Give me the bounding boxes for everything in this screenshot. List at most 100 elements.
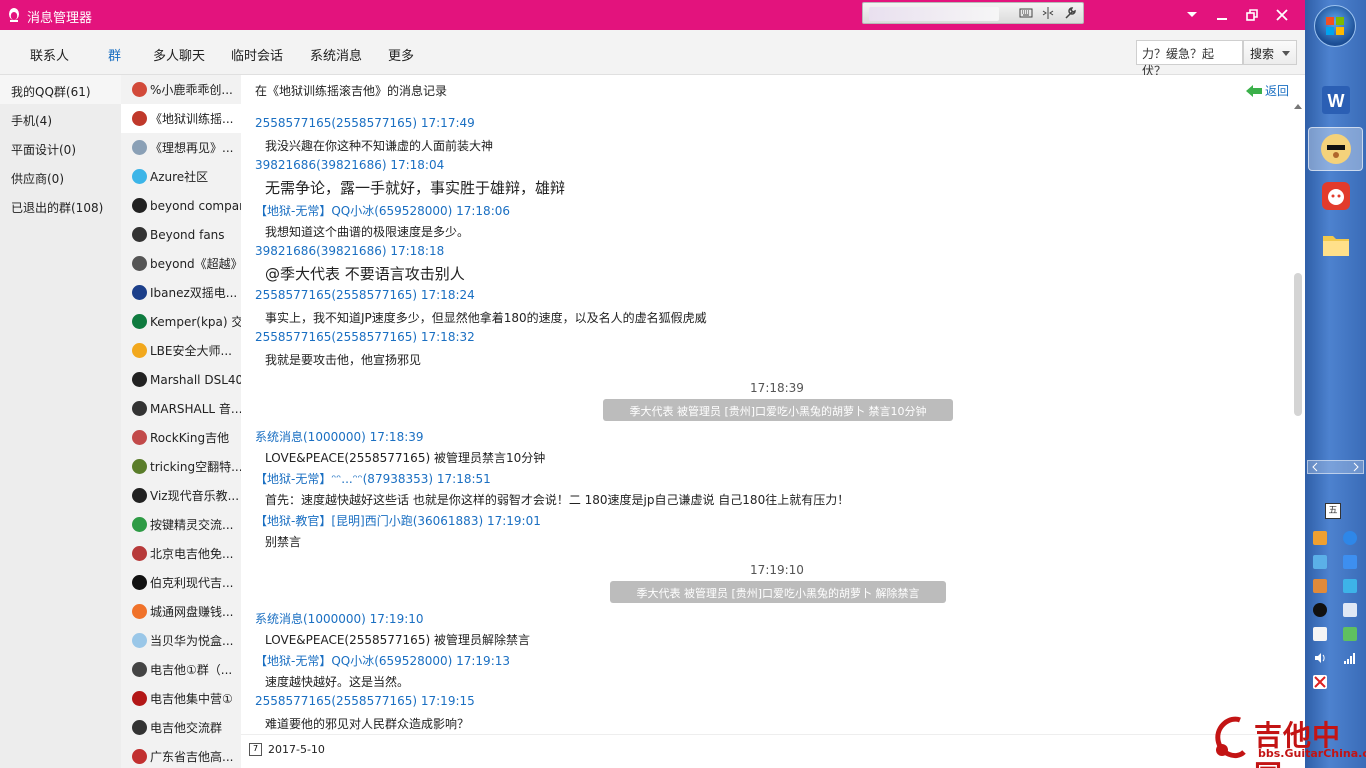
group-item[interactable]: %小鹿乖乖创... [121,75,241,104]
start-button[interactable] [1314,5,1356,47]
calendar-icon[interactable]: 7 [249,743,262,756]
floating-toolbar[interactable] [862,2,1084,24]
category-item[interactable]: 供应商(0) [0,162,121,191]
search-button-label: 搜索 [1250,47,1275,61]
group-label: %小鹿乖乖创... [150,83,233,97]
message-text: 别禁言 [265,535,302,549]
tray-device-icon[interactable] [1343,627,1357,641]
taskbar-pager[interactable] [1307,460,1364,474]
signal-icon[interactable] [1343,651,1357,665]
group-avatar-icon [132,691,147,706]
tray-document-icon[interactable] [1343,603,1357,617]
category-item[interactable]: 已退出的群(108) [0,191,121,220]
group-item[interactable]: 《地狱训练摇... [121,104,241,133]
message-sender[interactable]: 【地狱-无常】QQ小冰(659528000) 17:18:06 [255,202,510,219]
group-item[interactable]: Azure社区 [121,162,241,191]
group-avatar-icon [132,401,147,416]
group-label: 按键精灵交流... [150,518,234,532]
windows-taskbar: W 五 [1305,0,1366,768]
group-item[interactable]: beyond《超越》 [121,249,241,278]
ghost-text-bar [869,7,999,21]
wrench-icon[interactable] [1063,6,1077,20]
restore-button[interactable] [1237,5,1267,25]
group-item[interactable]: 当贝华为悦盒... [121,626,241,655]
scroll-thumb[interactable] [1294,273,1302,416]
message-sender[interactable]: 系统消息(1000000) 17:18:39 [255,428,424,445]
message-sender[interactable]: 2558577165(2558577165) 17:19:15 [255,694,475,708]
message-sender[interactable]: 2558577165(2558577165) 17:17:49 [255,116,475,130]
group-item[interactable]: beyond compare [121,191,241,220]
tab-contacts[interactable]: 联系人 [30,45,69,64]
group-item[interactable]: MARSHALL 音... [121,394,241,423]
tab-multi-chat[interactable]: 多人聊天 [153,45,205,64]
tab-more[interactable]: 更多 [388,45,414,64]
group-item[interactable]: 电吉他集中营① [121,684,241,713]
group-item[interactable]: 电吉他①群（... [121,655,241,684]
clock-widget-icon[interactable]: 五 [1325,503,1341,519]
group-item[interactable]: 广东省吉他高... [121,742,241,768]
back-button[interactable]: 返回 [1245,82,1289,99]
chevron-left-icon[interactable] [1310,461,1320,473]
taskbar-app-red[interactable] [1308,174,1363,218]
category-item[interactable]: 手机(4) [0,104,121,133]
chevron-down-icon[interactable] [1282,51,1290,56]
tab-groups[interactable]: 群 [108,45,121,64]
message-sender[interactable]: 2558577165(2558577165) 17:18:32 [255,330,475,344]
watermark-url: bbs.GuitarChina.com [1258,747,1366,760]
message-sender[interactable]: 【地狱-教官】[昆明]西门小跑(36061883) 17:19:01 [255,512,541,529]
group-item[interactable]: 电吉他交流群 [121,713,241,742]
tray-bluetooth-icon[interactable] [1343,579,1357,593]
chevron-right-icon[interactable] [1351,461,1361,473]
group-label: Ibanez双摇电... [150,286,238,300]
group-item[interactable]: Ibanez双摇电... [121,278,241,307]
close-button[interactable] [1267,5,1297,25]
message-text: 无需争论，露一手就好，事实胜于雄辩，雄辩 [265,179,566,197]
message-sender[interactable]: 2558577165(2558577165) 17:18:24 [255,288,475,302]
group-item[interactable]: RockKing吉他 [121,423,241,452]
tab-system-messages[interactable]: 系统消息 [310,45,362,64]
group-item[interactable]: 城通网盘赚钱... [121,597,241,626]
message-sender[interactable]: 39821686(39821686) 17:18:04 [255,158,444,172]
tab-temp-session[interactable]: 临时会话 [231,45,283,64]
group-item[interactable]: Marshall DSL40C [121,365,241,394]
tray-animal-icon[interactable] [1313,579,1327,593]
keyboard-icon[interactable] [1019,6,1033,20]
tray-network-icon[interactable] [1313,555,1327,569]
scroll-up-icon[interactable] [1294,104,1302,109]
search-button[interactable]: 搜索 [1243,40,1297,65]
tray-warning-icon[interactable] [1313,675,1327,689]
message-text: 难道要他的邪见对人民群众造成影响？ [265,717,470,731]
message-sender[interactable]: 【地狱-无常】QQ小冰(659528000) 17:19:13 [255,652,510,669]
search-input[interactable]: 力？缓急？起伏？ [1136,40,1243,78]
minimize-button[interactable] [1207,5,1237,25]
group-item[interactable]: 北京电吉他免... [121,539,241,568]
message-scrollbar[interactable] [1291,98,1305,734]
group-item[interactable]: 伯克利现代吉... [121,568,241,597]
group-item[interactable]: 按键精灵交流... [121,510,241,539]
category-item[interactable]: 我的QQ群(61) [0,75,121,104]
taskbar-explorer[interactable] [1308,222,1363,266]
split-icon[interactable] [1041,6,1055,20]
group-item[interactable]: tricking空翻特... [121,452,241,481]
tray-qq-icon[interactable] [1313,603,1327,617]
group-item[interactable]: Beyond fans [121,220,241,249]
tray-clipboard-icon[interactable] [1313,627,1327,641]
group-item[interactable]: 《理想再见》... [121,133,241,162]
tray-flag-icon[interactable] [1343,555,1357,569]
group-label: beyond《超越》 [150,257,241,271]
group-item[interactable]: LBE安全大师... [121,336,241,365]
timestamp-divider: 17:18:39 [750,381,804,395]
dropdown-button[interactable] [1177,5,1207,25]
taskbar-qq[interactable] [1308,127,1363,171]
group-item[interactable]: Viz现代音乐教... [121,481,241,510]
category-item[interactable]: 平面设计(0) [0,133,121,162]
message-sender[interactable]: 系统消息(1000000) 17:19:10 [255,610,424,627]
volume-icon[interactable] [1313,651,1327,665]
tray-shield-icon[interactable] [1343,531,1357,545]
message-sender[interactable]: 39821686(39821686) 17:18:18 [255,244,444,258]
taskbar-word[interactable]: W [1308,78,1363,122]
tray-app-icon[interactable] [1313,531,1327,545]
message-sender[interactable]: 【地狱-无常】ᵔᵔ...ᵔᵔ(87938353) 17:18:51 [255,470,491,487]
group-item[interactable]: Kemper(kpa) 交流 [121,307,241,336]
close-icon [1276,9,1288,21]
